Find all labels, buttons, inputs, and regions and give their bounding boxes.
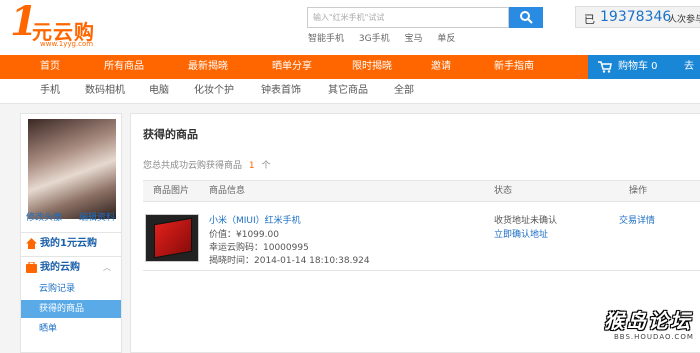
category-all[interactable]: 全部 — [394, 79, 414, 103]
watermark: 猴岛论坛 BBS.HOUDAO.COM — [600, 303, 700, 346]
column-header-info: 商品信息 — [209, 186, 246, 196]
product-price: 价值：¥1099.00 — [209, 230, 279, 240]
sidebar-item-won-products[interactable]: 获得的商品 — [21, 300, 121, 318]
user-sidebar: 修改头像 编辑资料 我的1元云购 我的云购 ︿ 云购记录 获得的商品 晒单 — [20, 113, 122, 353]
main-nav: 首页 所有商品 最新揭晓 晒单分享 限时揭晓 邀请 新手指南 购物车 0 去 — [0, 55, 700, 79]
cart-icon — [598, 61, 612, 73]
logo-url: www.1yyg.com — [40, 40, 94, 48]
sidebar-item-label: 晒单 — [39, 324, 58, 334]
category-other[interactable]: 其它商品 — [328, 79, 368, 103]
hot-keywords: 智能手机 3G手机 宝马 单反 — [308, 31, 467, 44]
product-image[interactable] — [145, 214, 199, 262]
bag-icon — [26, 262, 37, 273]
category-jewelry[interactable]: 钟表首饰 — [261, 79, 301, 103]
confirm-address-link[interactable]: 立即确认地址 — [494, 227, 548, 240]
nav-all-products[interactable]: 所有商品 — [104, 55, 144, 79]
sidebar-section-home[interactable]: 我的1元云购 — [21, 232, 121, 255]
category-computer[interactable]: 电脑 — [149, 79, 169, 103]
column-header-status: 状态 — [494, 186, 513, 196]
hotword-link[interactable]: 宝马 — [404, 34, 422, 44]
search-button[interactable] — [509, 7, 543, 28]
summary-suffix: 个 — [261, 161, 271, 171]
counter-value: 19378346 — [600, 9, 672, 25]
transaction-details-link[interactable]: 交易详情 — [619, 213, 655, 226]
summary-count: 1 — [248, 161, 255, 171]
cart-label: 购物车 0 — [618, 61, 658, 72]
category-cosmetics[interactable]: 化妆个护 — [194, 79, 234, 103]
category-camera[interactable]: 数码相机 — [85, 79, 125, 103]
watermark-text: 猴岛论坛 — [604, 309, 692, 333]
phone-image — [154, 217, 192, 259]
nav-latest[interactable]: 最新揭晓 — [188, 55, 228, 79]
home-icon — [26, 238, 37, 249]
edit-profile-link[interactable]: 编辑资料 — [79, 210, 115, 223]
counter-tail: 人次参与 — [668, 15, 700, 25]
column-header-action: 操作 — [629, 186, 648, 196]
hotword-link[interactable]: 3G手机 — [359, 34, 390, 44]
chevron-up-icon: ︿ — [103, 263, 111, 272]
hotword-link[interactable]: 智能手机 — [308, 34, 344, 44]
avatar — [28, 119, 116, 219]
edit-avatar-link[interactable]: 修改头像 — [26, 210, 62, 223]
nav-home[interactable]: 首页 — [40, 55, 60, 79]
search-icon — [520, 11, 533, 24]
cart-button[interactable]: 购物车 0 — [588, 55, 676, 79]
counter-label: 已 — [584, 13, 595, 26]
table-header: 商品图片 商品信息 状态 操作 — [143, 180, 700, 202]
product-lucky-code: 幸运云购码：10000995 — [209, 243, 309, 253]
sidebar-section-my-yungou[interactable]: 我的云购 ︿ — [21, 256, 121, 279]
category-nav: 手机 数码相机 电脑 化妆个护 钟表首饰 其它商品 全部 — [0, 79, 700, 104]
participation-counter: 已 19378346 人次参与 — [575, 6, 700, 28]
site-logo[interactable]: 1 元云购 www.1yyg.com — [8, 0, 118, 50]
product-reveal-time: 揭晓时间：2014-01-14 18:10:38.924 — [209, 256, 370, 266]
checkout-button[interactable]: 去 — [676, 55, 700, 79]
sidebar-section-label: 我的云购 — [40, 262, 80, 273]
page-title: 获得的商品 — [143, 128, 198, 141]
product-name-link[interactable]: 小米（MIUI）红米手机 — [209, 213, 301, 226]
nav-limited[interactable]: 限时揭晓 — [352, 55, 392, 79]
nav-share[interactable]: 晒单分享 — [272, 55, 312, 79]
row-divider — [143, 270, 700, 271]
sidebar-item-records[interactable]: 云购记录 — [21, 280, 121, 298]
sidebar-item-label: 获得的商品 — [39, 304, 85, 314]
hotword-link[interactable]: 单反 — [437, 34, 455, 44]
watermark-url: BBS.HOUDAO.COM — [614, 333, 694, 341]
nav-guide[interactable]: 新手指南 — [494, 55, 534, 79]
status-text: 收货地址未确认 — [494, 216, 558, 226]
column-header-image: 商品图片 — [153, 186, 190, 196]
sidebar-section-label: 我的1元云购 — [40, 238, 97, 249]
sidebar-item-share[interactable]: 晒单 — [21, 320, 121, 338]
summary-prefix: 您总共成功云购获得商品 — [143, 161, 243, 171]
search-input[interactable]: 输入"红米手机"试试 — [307, 7, 509, 28]
category-phone[interactable]: 手机 — [40, 79, 60, 103]
sidebar-item-label: 云购记录 — [39, 284, 76, 294]
nav-invite[interactable]: 邀请 — [431, 55, 451, 79]
summary-text: 您总共成功云购获得商品 1 个 — [143, 158, 271, 171]
header: 1 元云购 www.1yyg.com 输入"红米手机"试试 智能手机 3G手机 … — [0, 0, 700, 55]
